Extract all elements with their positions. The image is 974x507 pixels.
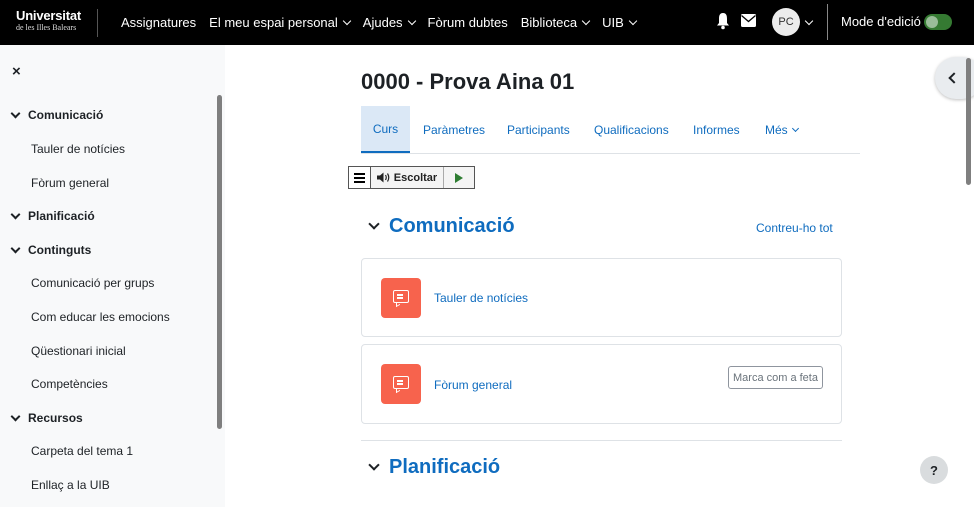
toggle-knob — [926, 16, 938, 28]
nav-label: Assignatures — [121, 15, 197, 30]
section-divider — [361, 440, 842, 441]
tab-participants[interactable]: Participants — [507, 106, 570, 153]
user-menu-chevron-down-icon[interactable] — [804, 16, 814, 26]
top-navbar: Universitat de les Illes Balears Assigna… — [0, 0, 974, 45]
activity-link-forum-general[interactable]: Fòrum general — [434, 378, 512, 392]
page-scrollbar[interactable] — [966, 58, 971, 185]
nav-label: Ajudes — [362, 15, 403, 30]
tab-qualificacions[interactable]: Qualificacions — [594, 106, 669, 153]
tab-label: Informes — [693, 122, 740, 137]
chevron-left-icon — [948, 72, 960, 84]
drawer-item-forum-general[interactable]: Fòrum general — [31, 176, 109, 190]
nav-label: UIB — [602, 15, 624, 30]
readspeaker-toolbar: Escoltar — [348, 166, 475, 189]
page-title: 0000 - Prova Aina 01 — [361, 69, 575, 94]
tab-label: Paràmetres — [423, 122, 486, 137]
chevron-down-icon — [10, 209, 21, 219]
tab-label: Curs — [372, 121, 399, 136]
uib-logo[interactable]: Universitat de les Illes Balears — [16, 9, 98, 37]
user-avatar[interactable]: PC — [772, 8, 800, 36]
nav-label: El meu espai personal — [209, 15, 338, 30]
speaker-icon — [376, 172, 390, 183]
chevron-down-icon — [407, 16, 416, 25]
logo-line-2: de les Illes Balears — [16, 23, 77, 32]
section-title: Comunicació — [389, 215, 515, 237]
play-button[interactable] — [444, 167, 474, 188]
help-button[interactable]: ? — [920, 456, 948, 484]
section-header-planificacio[interactable]: Planificació — [368, 456, 501, 479]
chevron-down-icon — [628, 16, 638, 25]
drawer-section-recursos[interactable]: Recursos — [10, 411, 83, 425]
course-index-drawer: × Comunicació Tauler de notícies Fòrum g… — [0, 45, 225, 507]
chevron-down-icon — [368, 218, 380, 230]
mark-as-done-button[interactable]: Marca com a feta — [728, 366, 823, 389]
drawer-scrollbar[interactable] — [217, 95, 222, 429]
drawer-item-comunicacio-per-grups[interactable]: Comunicació per grups — [31, 276, 154, 290]
nav-label: Biblioteca — [520, 15, 578, 30]
drawer-item-com-educar-les-emocions[interactable]: Com educar les emocions — [31, 310, 170, 324]
chevron-down-icon — [10, 108, 21, 118]
activity-card: Fòrum general Marca com a feta — [361, 344, 842, 424]
hamburger-menu-icon[interactable] — [349, 167, 371, 188]
drawer-section-label: Recursos — [28, 411, 83, 425]
drawer-item-carpeta-del-tema-1[interactable]: Carpeta del tema 1 — [31, 444, 133, 458]
primary-navigation: Assignatures El meu espai personal Ajude… — [121, 0, 638, 45]
tab-label: Més — [765, 122, 788, 137]
close-icon[interactable]: × — [12, 63, 21, 80]
nav-label: Fòrum dubtes — [427, 15, 508, 30]
activity-card: Tauler de notícies — [361, 258, 842, 337]
listen-label: Escoltar — [393, 171, 438, 184]
chevron-down-icon — [791, 124, 799, 132]
chevron-down-icon — [581, 16, 591, 25]
drawer-section-continguts[interactable]: Continguts — [10, 243, 92, 257]
chevron-down-icon — [10, 411, 21, 421]
nav-biblioteca[interactable]: Biblioteca — [520, 15, 591, 30]
activity-link-tauler-de-noticies[interactable]: Tauler de notícies — [434, 291, 528, 305]
nav-forum-dubtes[interactable]: Fòrum dubtes — [428, 15, 508, 30]
tab-curs[interactable]: Curs — [361, 106, 410, 153]
drawer-section-label: Comunicació — [28, 108, 104, 122]
nav-uib[interactable]: UIB — [602, 15, 638, 30]
nav-ajudes[interactable]: Ajudes — [362, 15, 416, 30]
edit-mode-label: Mode d'edició — [841, 14, 921, 29]
drawer-item-enllac-a-la-uib[interactable]: Enllaç a la UIB — [31, 478, 110, 492]
collapse-all-link[interactable]: Contreu-ho tot — [756, 221, 833, 235]
drawer-section-comunicacio[interactable]: Comunicació — [10, 108, 104, 122]
tab-parametres[interactable]: Paràmetres — [423, 106, 485, 153]
tab-label: Qualificacions — [594, 122, 669, 137]
drawer-section-label: Continguts — [28, 243, 92, 257]
drawer-item-questionari-inicial[interactable]: Qüestionari inicial — [31, 344, 126, 358]
drawer-item-competencies[interactable]: Competències — [31, 377, 108, 391]
nav-el-meu-espai-personal[interactable]: El meu espai personal — [209, 15, 352, 30]
section-title: Planificació — [389, 456, 501, 478]
mail-icon[interactable] — [741, 14, 756, 27]
edit-mode-toggle[interactable] — [924, 14, 952, 30]
tab-informes[interactable]: Informes — [693, 106, 740, 153]
bell-icon[interactable] — [716, 12, 730, 30]
forum-icon — [381, 364, 421, 404]
drawer-item-tauler-de-noticies[interactable]: Tauler de notícies — [31, 142, 125, 156]
listen-button[interactable]: Escoltar — [371, 167, 444, 188]
forum-icon — [381, 278, 421, 318]
tab-mes[interactable]: Més — [765, 106, 799, 153]
course-tabs: Curs Paràmetres Participants Qualificaci… — [361, 106, 860, 154]
play-icon — [455, 173, 463, 183]
drawer-section-planificacio[interactable]: Planificació — [10, 209, 95, 223]
chevron-down-icon — [10, 243, 21, 253]
tab-label: Participants — [507, 122, 570, 137]
chevron-down-icon — [342, 16, 352, 25]
navbar-divider — [827, 4, 828, 40]
section-header-comunicacio[interactable]: Comunicació — [368, 215, 515, 238]
nav-assignatures[interactable]: Assignatures — [121, 15, 196, 30]
logo-line-1: Universitat — [16, 8, 81, 23]
drawer-section-label: Planificació — [28, 209, 95, 223]
chevron-down-icon — [368, 459, 380, 471]
